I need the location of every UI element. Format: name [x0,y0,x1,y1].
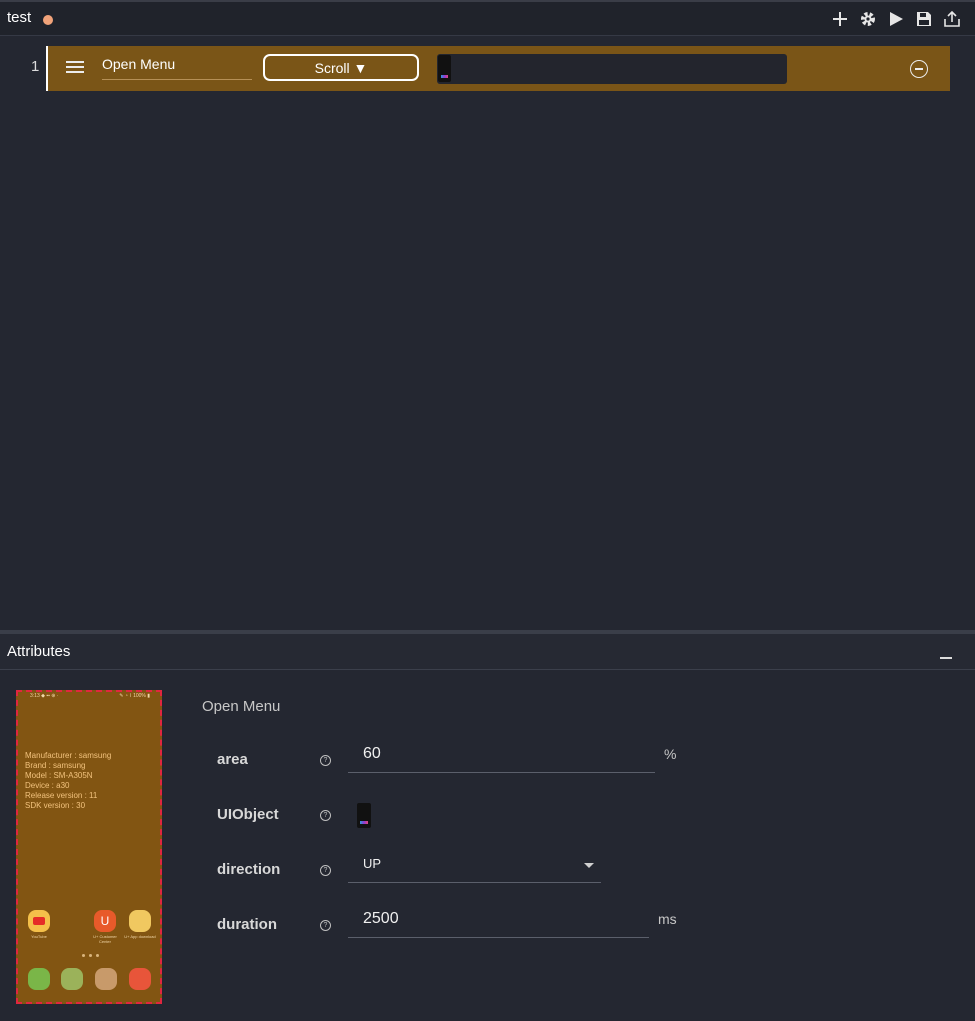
step-row[interactable]: Open Menu Scroll ▼ [46,46,950,91]
device-info-line: SDK version : 30 [25,801,86,810]
help-icon[interactable]: ? [320,865,331,876]
duration-unit: ms [658,911,677,927]
device-screenshot: 3:13 ◆ ▪▪ ⊕ · ✎ ◔ ⌇ 100% ▮ Manufacturer … [16,690,162,1004]
phone-app-icon [28,968,50,990]
top-bar: test [0,0,975,36]
help-icon[interactable]: ? [320,810,331,821]
duration-label: duration [217,916,277,933]
add-icon[interactable] [829,8,851,30]
device-info-line: Release version : 11 [25,791,98,800]
play-icon[interactable] [885,8,907,30]
uplus-download-app-icon [129,910,151,932]
uplus-customer-app-icon: U [94,910,116,932]
remove-step-button[interactable] [910,60,928,78]
area-label: area [217,751,248,768]
attributes-title: Attributes [7,643,71,660]
step-editor [0,36,975,630]
youtube-app-icon [28,910,50,932]
toolbar [829,8,963,30]
device-info: Manufacturer : samsung Brand : samsung M… [25,751,111,811]
app-label: U+ App download [124,934,156,939]
messages-app-icon [61,968,83,990]
duration-input[interactable]: 2500 [348,910,649,938]
device-info-line: Device : a30 [25,781,70,790]
step-name-input[interactable]: Open Menu [102,54,252,80]
attribute-step-title: Open Menu [202,698,281,715]
direction-label: direction [217,861,281,878]
export-icon[interactable] [941,8,963,30]
target-thumbnail [438,55,451,82]
step-number: 1 [31,58,40,75]
area-input[interactable]: 60 [348,745,655,773]
save-icon[interactable] [913,8,935,30]
area-unit: % [664,746,677,762]
app-label: U+ Customer Center [93,934,117,944]
app-label: YouTube [31,934,47,939]
uiobject-label: UIObject [217,806,279,823]
device-info-line: Model : SM-A305N [25,771,93,780]
phone-status-right: ✎ ◔ ⌇ 100% ▮ [119,693,150,699]
help-icon[interactable]: ? [320,755,331,766]
target-object-field[interactable] [437,54,787,84]
direction-select[interactable]: UP [348,856,601,883]
camera-app-icon [129,968,151,990]
unsaved-indicator [43,15,53,25]
device-info-line: Manufacturer : samsung [25,751,112,760]
attributes-header: Attributes [0,634,975,670]
device-info-line: Brand : samsung [25,761,86,770]
collapse-panel-button[interactable] [940,657,952,659]
help-icon[interactable]: ? [320,920,331,931]
window-title: test [7,9,32,26]
browser-app-icon [95,968,117,990]
chevron-down-icon [584,863,594,868]
phone-status-left: 3:13 ◆ ▪▪ ⊕ · [30,693,59,699]
gear-icon[interactable] [857,8,879,30]
drag-handle-icon[interactable] [66,61,84,77]
action-dropdown[interactable]: Scroll ▼ [263,54,419,81]
home-page-indicator [82,954,99,957]
uiobject-thumbnail[interactable] [357,803,371,828]
